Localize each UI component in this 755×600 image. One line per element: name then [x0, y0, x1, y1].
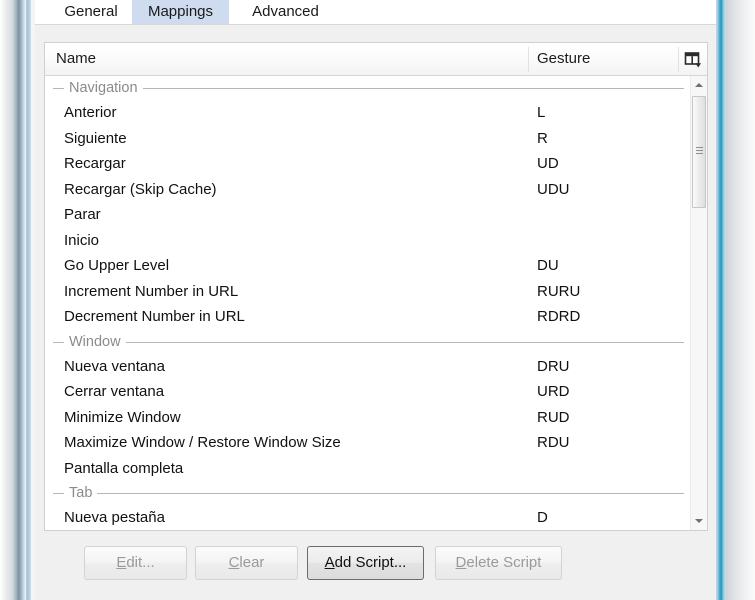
group-dash [53, 88, 64, 89]
edit-button-label: dit... [126, 554, 155, 571]
list-item-name: Parar [64, 206, 101, 223]
dialog-client-area: General Mappings Advanced Name Gesture N… [35, 0, 716, 600]
list-item[interactable]: Recargar UD [45, 151, 690, 177]
list-item-name: Recargar (Skip Cache) [64, 180, 217, 198]
list-item-gesture: RURU [537, 282, 581, 300]
list-item-name: Siguiente [64, 129, 127, 147]
list-item-name: Recargar [64, 155, 126, 172]
group-label: Tab [69, 481, 98, 505]
list-item-gesture: RUD [537, 408, 570, 426]
list-item-gesture: RDRD [537, 308, 581, 325]
delete-script-button[interactable]: Delete Script [435, 546, 562, 580]
delete-script-button-label: elete Script [466, 554, 542, 571]
add-script-button-mnemonic: A [324, 554, 335, 571]
list-vertical-scrollbar[interactable] [690, 76, 707, 530]
list-group-header: Tab [45, 481, 690, 505]
list-item-name: Nueva ventana [64, 357, 165, 375]
list-item-gesture: D [537, 509, 548, 526]
column-header-name[interactable]: Name [56, 43, 96, 75]
application-window: General Mappings Advanced Name Gesture N… [0, 0, 755, 600]
tab-advanced[interactable]: Advanced [229, 0, 342, 24]
window-drop-shadow-left [0, 0, 10, 600]
list-item-name: Maximize Window / Restore Window Size [64, 434, 341, 451]
list-header-row: Name Gesture [45, 43, 707, 76]
list-item-gesture: DRU [537, 357, 570, 375]
list-item-name: Minimize Window [64, 408, 181, 426]
list-item[interactable]: Increment Number in URL RURU [45, 279, 690, 305]
column-divider[interactable] [678, 47, 679, 72]
group-label: Window [69, 329, 126, 354]
list-item[interactable]: Siguiente R [45, 126, 690, 152]
list-item-name: Anterior [64, 104, 117, 121]
clear-button[interactable]: Clear [195, 546, 298, 580]
clear-button-mnemonic: C [228, 554, 240, 571]
list-item[interactable]: Inicio [45, 228, 690, 254]
list-group-header: Navigation [45, 76, 690, 100]
list-item[interactable]: Cerrar ventana URD [45, 379, 690, 405]
list-item[interactable]: Parar [45, 202, 690, 228]
list-item[interactable]: Anterior L [45, 100, 690, 126]
scroll-down-arrow-icon[interactable] [691, 513, 707, 530]
list-item[interactable]: Pantalla completa [45, 456, 690, 482]
tab-bar: General Mappings Advanced [35, 0, 716, 24]
list-item-name: Inicio [64, 231, 100, 249]
group-rule [125, 341, 684, 343]
list-item[interactable]: Maximize Window / Restore Window Size RDU [45, 430, 690, 456]
edit-button-mnemonic: E [116, 554, 127, 571]
list-item-gesture: DU [537, 257, 559, 274]
group-rule [97, 493, 684, 494]
list-item[interactable]: Nueva ventana DRU [45, 354, 690, 380]
list-rows: Navigation Anterior L Siguiente R Recargar UD R… [45, 76, 690, 530]
group-label: Navigation [69, 76, 143, 100]
add-script-button[interactable]: Add Script... [307, 546, 424, 580]
list-item-gesture: UDU [537, 180, 570, 198]
tab-general[interactable]: General [50, 0, 132, 24]
table-columns-icon[interactable] [684, 51, 702, 69]
scroll-up-arrow-icon[interactable] [691, 76, 707, 93]
list-item-gesture: L [537, 104, 546, 121]
window-drop-shadow-right [726, 0, 755, 600]
list-item[interactable]: Decrement Number in URL RDRD [45, 304, 690, 330]
list-item-gesture: UD [537, 155, 559, 172]
column-header-gesture[interactable]: Gesture [537, 43, 590, 75]
column-divider[interactable] [528, 47, 529, 72]
window-glass-border-right[interactable] [716, 0, 726, 600]
list-item-name: Increment Number in URL [64, 282, 239, 300]
group-rule [142, 88, 684, 89]
delete-script-button-mnemonic: D [455, 554, 467, 571]
edit-button[interactable]: Edit... [84, 546, 187, 580]
group-dash [53, 493, 64, 494]
list-item[interactable]: Minimize Window RUD [45, 405, 690, 431]
list-item[interactable]: Recargar (Skip Cache) UDU [45, 177, 690, 203]
scrollbar-thumb[interactable] [692, 96, 706, 208]
list-item-gesture: URD [537, 383, 570, 400]
list-item-name: Decrement Number in URL [64, 308, 245, 325]
list-item[interactable]: Go Upper Level DU [45, 253, 690, 279]
list-item-name: Pantalla completa [64, 459, 184, 477]
add-script-button-label: dd Script... [334, 554, 407, 571]
window-glass-border-left[interactable] [10, 0, 26, 600]
mappings-list[interactable]: Name Gesture Navigation Anterior L Siguient… [44, 42, 708, 531]
list-rows-viewport[interactable]: Navigation Anterior L Siguiente R Recargar UD R… [45, 76, 690, 530]
list-item[interactable]: Nueva pestaña D [45, 505, 690, 530]
group-dash [53, 341, 64, 343]
list-item-name: Nueva pestaña [64, 509, 165, 526]
clear-button-label: lear [239, 554, 265, 571]
list-item-name: Go Upper Level [64, 257, 170, 274]
list-item-gesture: RDU [537, 434, 570, 451]
tab-mappings[interactable]: Mappings [132, 0, 229, 24]
list-item-name: Cerrar ventana [64, 383, 165, 400]
scrollbar-grip-icon [696, 147, 703, 156]
list-group-header: Window [45, 329, 690, 354]
list-item-gesture: R [537, 129, 548, 147]
